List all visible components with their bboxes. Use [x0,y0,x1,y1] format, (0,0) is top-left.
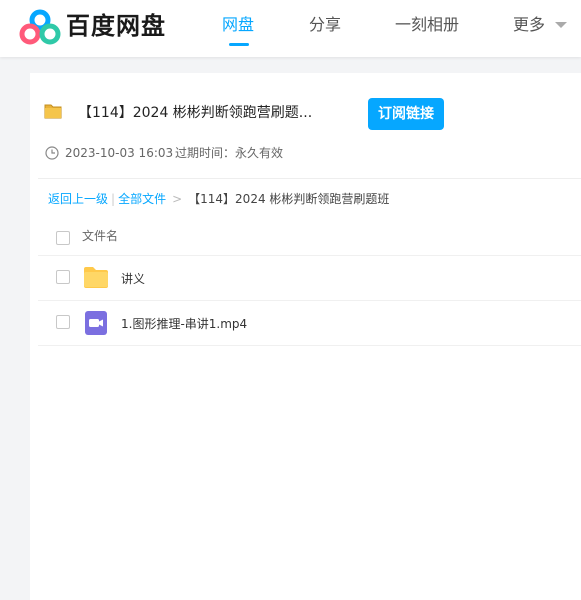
divider [38,178,581,179]
file-name[interactable]: 讲义 [121,271,145,287]
share-content-card: 【114】2024 彬彬判断领跑营刷题... 订阅链接 2023-10-03 1… [30,73,581,600]
breadcrumb-all-files-link[interactable]: 全部文件 [118,192,166,206]
file-row[interactable]: 讲义 [38,256,581,301]
baidu-netdisk-logo-icon[interactable] [19,9,61,45]
share-date: 2023-10-03 16:03 [65,146,174,160]
folder-icon [84,267,108,288]
file-row[interactable]: 1.图形推理-串讲1.mp4 [38,301,581,346]
folder-icon [44,104,62,119]
breadcrumb-back-link[interactable]: 返回上一级 [48,192,108,206]
clock-icon [45,146,59,160]
brand-name[interactable]: 百度网盘 [66,10,166,42]
file-list-header: 文件名 [38,223,581,256]
file-name[interactable]: 1.图形推理-串讲1.mp4 [121,316,247,332]
row-checkbox[interactable] [56,270,70,284]
breadcrumb-separator: | [111,192,116,206]
nav-netdisk[interactable]: 网盘 [222,14,254,36]
breadcrumb-arrow: > [172,192,183,206]
column-header-filename[interactable]: 文件名 [82,228,118,244]
nav-album[interactable]: 一刻相册 [395,14,459,36]
expire-label: 过期时间： [175,146,236,160]
breadcrumb-current: 【114】2024 彬彬判断领跑营刷题班 [188,192,390,206]
expire-value: 永久有效 [235,146,284,160]
video-file-icon [85,311,107,335]
share-title: 【114】2024 彬彬判断领跑营刷题... [78,105,313,121]
nav-share[interactable]: 分享 [309,14,341,36]
nav-more[interactable]: 更多 [513,14,545,36]
breadcrumb: 返回上一级 | 全部文件 > 【114】2024 彬彬判断领跑营刷题班 [48,190,389,208]
select-all-checkbox[interactable] [56,231,70,245]
nav-active-indicator [229,43,249,46]
chevron-down-icon[interactable] [555,22,567,28]
row-checkbox[interactable] [56,315,70,329]
top-navigation-bar: 百度网盘 网盘 分享 一刻相册 更多 [0,0,581,57]
subscribe-link-button[interactable]: 订阅链接 [368,98,444,130]
